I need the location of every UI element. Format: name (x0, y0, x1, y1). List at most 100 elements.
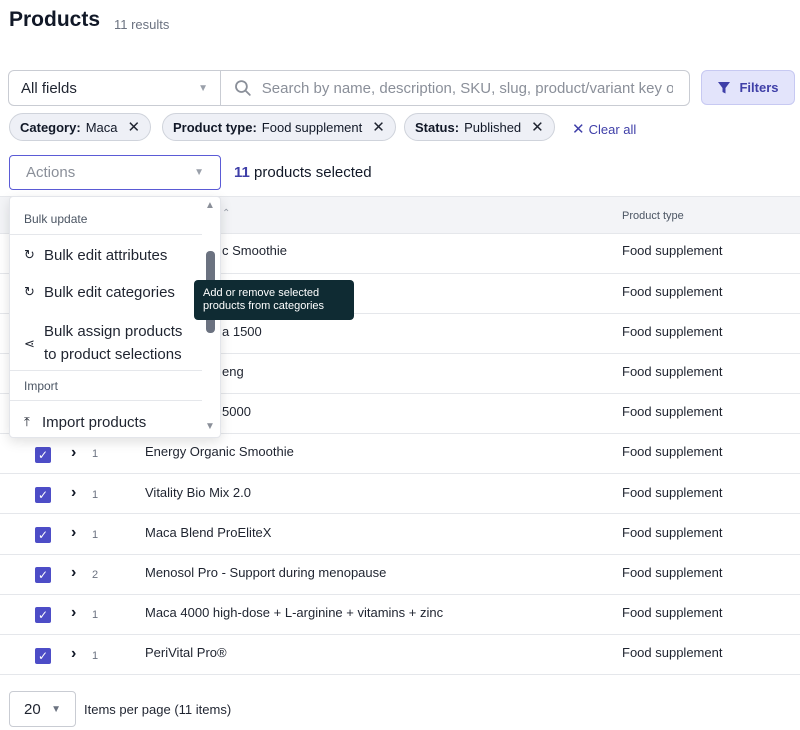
variant-count: 1 (92, 650, 99, 662)
refresh-icon: ↻ (24, 284, 35, 299)
variant-count: 1 (92, 448, 99, 460)
chevron-right-icon[interactable]: › (71, 484, 76, 502)
divider (10, 400, 202, 401)
menu-item-label: to product selections (44, 346, 182, 363)
product-name[interactable]: a 1500 (222, 324, 262, 339)
product-name[interactable]: Maca 4000 high-dose + L-arginine + vitam… (145, 605, 443, 620)
product-type: Food supplement (622, 243, 723, 258)
filter-icon (718, 81, 731, 93)
divider (10, 370, 202, 371)
filters-label: Filters (739, 80, 779, 95)
chevron-right-icon[interactable]: › (71, 564, 76, 582)
close-icon[interactable]: ✕ (127, 118, 140, 136)
tooltip: Add or remove selected products from cat… (194, 280, 354, 320)
selected-number: 11 (234, 164, 250, 181)
chip-value: Food supplement (261, 119, 363, 135)
variant-count: 1 (92, 529, 99, 541)
menu-item-bulk-edit-categories[interactable]: ↻ Bulk edit categories (24, 284, 175, 301)
divider (10, 234, 202, 235)
chevron-right-icon[interactable]: › (71, 444, 76, 462)
row-checkbox[interactable]: ✓ (35, 527, 51, 543)
menu-item-label: Bulk edit attributes (44, 247, 168, 264)
caret-down-icon: ▼ (198, 82, 208, 94)
actions-select[interactable]: Actions ▼ (9, 155, 221, 190)
tooltip-line: products from categories (203, 300, 325, 312)
section-bulk-update: Bulk update (24, 212, 88, 226)
menu-item-bulk-assign[interactable]: ⋖ Bulk assign products to product select… (24, 320, 182, 366)
product-name[interactable]: c Smoothie (222, 243, 287, 258)
menu-item-label: Bulk edit categories (44, 284, 175, 301)
chip-key: Status: (415, 119, 460, 135)
upload-icon: ⤒ (24, 414, 30, 429)
row-checkbox[interactable]: ✓ (35, 648, 51, 664)
menu-item-label: Bulk assign products (44, 323, 183, 340)
selected-count: 11 products selected (234, 164, 372, 181)
chip-category: Category: Maca ✕ (9, 113, 152, 141)
product-name[interactable]: 5000 (222, 404, 251, 419)
product-type: Food supplement (622, 324, 723, 339)
clear-all-label: Clear all (588, 121, 637, 137)
filters-button[interactable]: Filters (701, 70, 795, 105)
scroll-down-icon[interactable]: ▼ (205, 421, 215, 432)
sort-icon[interactable]: ⌃ (222, 208, 230, 219)
clear-all-button[interactable]: ✕ Clear all (572, 120, 636, 138)
product-type: Food supplement (622, 525, 723, 540)
product-name[interactable]: Maca Blend ProEliteX (145, 525, 271, 540)
chevron-right-icon[interactable]: › (71, 645, 76, 663)
product-name[interactable]: Vitality Bio Mix 2.0 (145, 485, 251, 500)
page-size-select[interactable]: 20 ▼ (9, 691, 76, 727)
chip-key: Category: (20, 119, 81, 135)
search-box[interactable] (220, 70, 690, 106)
variant-count: 1 (92, 489, 99, 501)
results-count: 11 results (114, 17, 170, 32)
product-type: Food supplement (622, 485, 723, 500)
search-field-select[interactable]: All fields ▼ (8, 70, 221, 106)
chip-value: Maca (85, 119, 118, 135)
product-name[interactable]: Energy Organic Smoothie (145, 444, 294, 459)
chevron-right-icon[interactable]: › (71, 604, 76, 622)
product-type: Food supplement (622, 284, 723, 299)
tooltip-line: Add or remove selected (203, 287, 320, 299)
share-icon: ⋖ (24, 336, 35, 351)
column-header-product-type[interactable]: Product type (622, 210, 684, 222)
menu-item-bulk-edit-attributes[interactable]: ↻ Bulk edit attributes (24, 247, 167, 264)
caret-down-icon: ▼ (194, 167, 204, 178)
actions-dropdown: Bulk update ↻ Bulk edit attributes ↻ Bul… (9, 196, 221, 438)
items-per-page-label: Items per page (11 items) (84, 702, 232, 717)
page-title: Products (9, 8, 101, 31)
product-type: Food supplement (622, 444, 723, 459)
actions-placeholder: Actions (26, 164, 76, 181)
row-checkbox[interactable]: ✓ (35, 487, 51, 503)
refresh-icon: ↻ (24, 247, 35, 262)
search-input[interactable] (259, 78, 675, 98)
product-type: Food supplement (622, 645, 723, 660)
variant-count: 2 (92, 569, 99, 581)
close-icon[interactable]: ✕ (372, 118, 385, 136)
scroll-up-icon[interactable]: ▲ (205, 200, 215, 211)
search-field-value: All fields (21, 79, 77, 97)
product-type: Food supplement (622, 364, 723, 379)
caret-down-icon: ▼ (51, 703, 61, 715)
close-icon[interactable]: ✕ (531, 118, 544, 136)
chevron-right-icon[interactable]: › (71, 524, 76, 542)
row-checkbox[interactable]: ✓ (35, 447, 51, 463)
page-size-value: 20 (24, 700, 41, 718)
variant-count: 1 (92, 609, 99, 621)
menu-item-import-products[interactable]: ⤒ Import products (24, 414, 146, 431)
product-name[interactable]: eng (222, 364, 244, 379)
row-checkbox[interactable]: ✓ (35, 567, 51, 583)
menu-item-label: Import products (42, 414, 147, 431)
product-type: Food supplement (622, 565, 723, 580)
search-icon (235, 80, 251, 96)
row-checkbox[interactable]: ✓ (35, 607, 51, 623)
chip-value: Published (464, 119, 522, 135)
selected-text: products selected (249, 164, 372, 181)
product-name[interactable]: PeriVital Pro® (145, 645, 227, 660)
chip-key: Product type: (173, 119, 257, 135)
product-type: Food supplement (622, 605, 723, 620)
chip-product-type: Product type: Food supplement ✕ (162, 113, 396, 141)
chip-status: Status: Published ✕ (404, 113, 555, 141)
product-type: Food supplement (622, 404, 723, 419)
product-name[interactable]: Menosol Pro - Support during menopause (145, 565, 386, 580)
section-import: Import (24, 379, 59, 393)
